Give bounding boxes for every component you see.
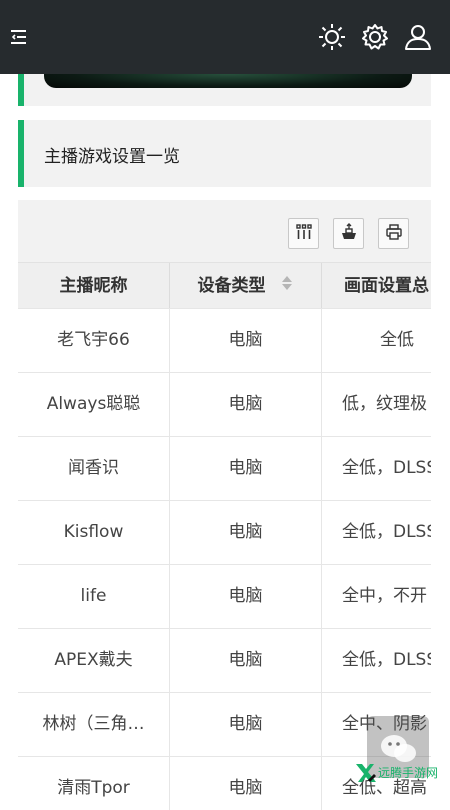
column-header-label: 主播昵称 [59,276,128,296]
column-header-label: 设备类型 [197,276,266,296]
cell-device: 电脑 [170,757,322,810]
table-toolbar [18,200,431,262]
print-button[interactable] [378,218,409,249]
cell-graphics: 低，纹理极 [322,373,431,436]
cell-device: 电脑 [170,693,322,756]
cell-graphics: 全中，不开 [322,565,431,628]
accent-bar [18,120,24,187]
export-button[interactable] [333,218,364,249]
columns-icon [295,223,313,245]
menu-icon[interactable] [9,28,29,46]
user-icon[interactable] [403,22,433,52]
banner [18,74,431,106]
cell-nickname: life [18,565,170,628]
gear-icon[interactable] [360,22,390,52]
cell-nickname: 老飞宇66 [18,309,170,372]
cell-nickname: Always聪聪 [18,373,170,436]
column-header-device[interactable]: 设备类型 [170,263,322,309]
export-icon [340,222,358,245]
section-title: 主播游戏设置一览 [44,147,180,167]
banner-image [44,74,412,88]
column-header-nickname[interactable]: 主播昵称 [18,263,170,309]
accent-bar [18,74,24,106]
cell-device: 电脑 [170,437,322,500]
table-row: Kisflow 电脑 全低，DLSS [18,500,431,564]
cell-graphics: 全低，DLSS [322,501,431,564]
table-row: APEX戴夫 电脑 全低，DLSS [18,628,431,692]
cell-device: 电脑 [170,373,322,436]
table-row: 老飞宇66 电脑 全低 [18,308,431,372]
cell-graphics: 全低，DLSS [322,437,431,500]
cell-device: 电脑 [170,565,322,628]
cell-device: 电脑 [170,629,322,692]
cell-device: 电脑 [170,501,322,564]
cell-nickname: 林树（三角… [18,693,170,756]
top-bar [0,0,450,74]
cell-device: 电脑 [170,309,322,372]
watermark-text: 远腾手游网 [378,766,439,780]
columns-button[interactable] [288,218,319,249]
cell-nickname: 清雨Tpor [18,757,170,810]
brightness-icon[interactable] [317,22,347,52]
cell-nickname: Kisflow [18,501,170,564]
column-header-graphics[interactable]: 画面设置总 [322,263,431,309]
column-header-label: 画面设置总 [344,276,429,296]
print-icon [385,223,403,245]
table-row: Always聪聪 电脑 低，纹理极 [18,372,431,436]
sort-icon[interactable] [281,263,293,309]
cell-graphics: 全低，DLSS [322,629,431,692]
cell-nickname: 闻香识 [18,437,170,500]
cell-nickname: APEX戴夫 [18,629,170,692]
table-header: 主播昵称 设备类型 画面设置总 [18,262,431,309]
table-row: 闻香识 电脑 全低，DLSS [18,436,431,500]
section-header: 主播游戏设置一览 [18,120,431,187]
table-row: life 电脑 全中，不开 [18,564,431,628]
cell-graphics: 全低 [322,309,431,372]
